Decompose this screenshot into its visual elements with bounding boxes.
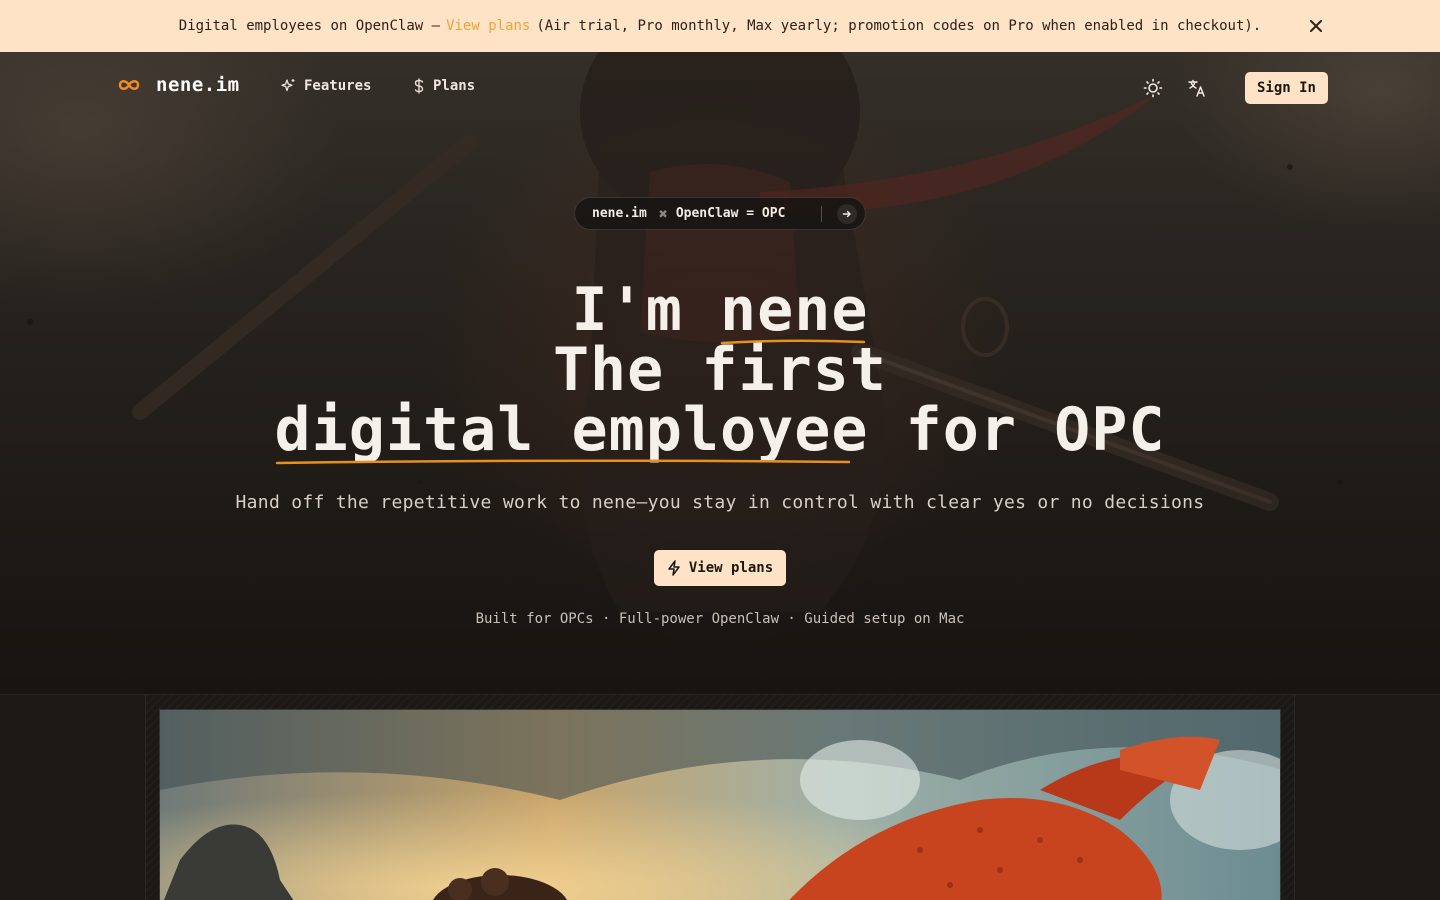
announcement-suffix: (Air trial, Pro monthly, Max yearly; pro…	[536, 18, 1262, 34]
hero-subtitle: Hand off the repetitive work to nene—you…	[235, 492, 1205, 513]
nav-item-label: Features	[304, 78, 372, 94]
hero-section: nene.im Features Plans Sign In nene.im ✖…	[0, 52, 1440, 694]
dollar-icon	[414, 78, 424, 94]
headline-nene: nene	[720, 275, 869, 345]
headline-line-3: digital employee for OPC	[0, 395, 1440, 465]
hero-headline: I'm nene The first digital employee for …	[0, 275, 1440, 465]
top-nav: nene.im Features Plans Sign In	[0, 52, 1440, 124]
headline-for-opc: for OPC	[905, 395, 1166, 465]
headline-line-1: I'm nene	[0, 275, 1440, 345]
nav-item-features[interactable]: Features	[280, 78, 371, 94]
pill-right-text: OpenClaw = OPC	[675, 206, 786, 221]
announcement-prefix: Digital employees on OpenClaw —	[178, 18, 441, 34]
translate-icon	[1188, 79, 1205, 97]
close-icon[interactable]	[1306, 16, 1326, 36]
pill-divider	[821, 206, 822, 222]
logo[interactable]: nene.im	[116, 74, 240, 96]
times-icon: ✖	[658, 204, 668, 223]
sun-icon	[1143, 78, 1163, 98]
nav-item-plans[interactable]: Plans	[413, 78, 475, 94]
infinity-icon	[118, 80, 140, 90]
opc-pill-link[interactable]: nene.im ✖ OpenClaw = OPC	[574, 197, 866, 230]
announcement-view-plans-link[interactable]: View plans	[446, 18, 530, 34]
logo-text: nene.im	[156, 74, 240, 96]
pill-left-text: nene.im	[592, 206, 647, 221]
hero-features-line: Built for OPCs · Full-power OpenClaw · G…	[475, 611, 965, 627]
arrow-right-icon	[837, 204, 857, 224]
theme-toggle[interactable]	[1141, 76, 1165, 100]
lightning-icon	[668, 560, 680, 576]
showcase-section	[0, 694, 1440, 900]
headline-digital-employee: digital employee	[274, 395, 869, 465]
view-plans-button[interactable]: View plans	[654, 550, 786, 586]
sparkles-icon	[281, 79, 295, 92]
announcement-bar: Digital employees on OpenClaw — View pla…	[0, 0, 1440, 52]
sign-in-button[interactable]: Sign In	[1245, 72, 1328, 104]
nav-item-label: Plans	[433, 78, 476, 94]
language-toggle[interactable]	[1185, 76, 1209, 100]
showcase-image	[159, 709, 1281, 900]
view-plans-label: View plans	[688, 560, 774, 576]
headline-line-2: The first	[552, 335, 888, 405]
